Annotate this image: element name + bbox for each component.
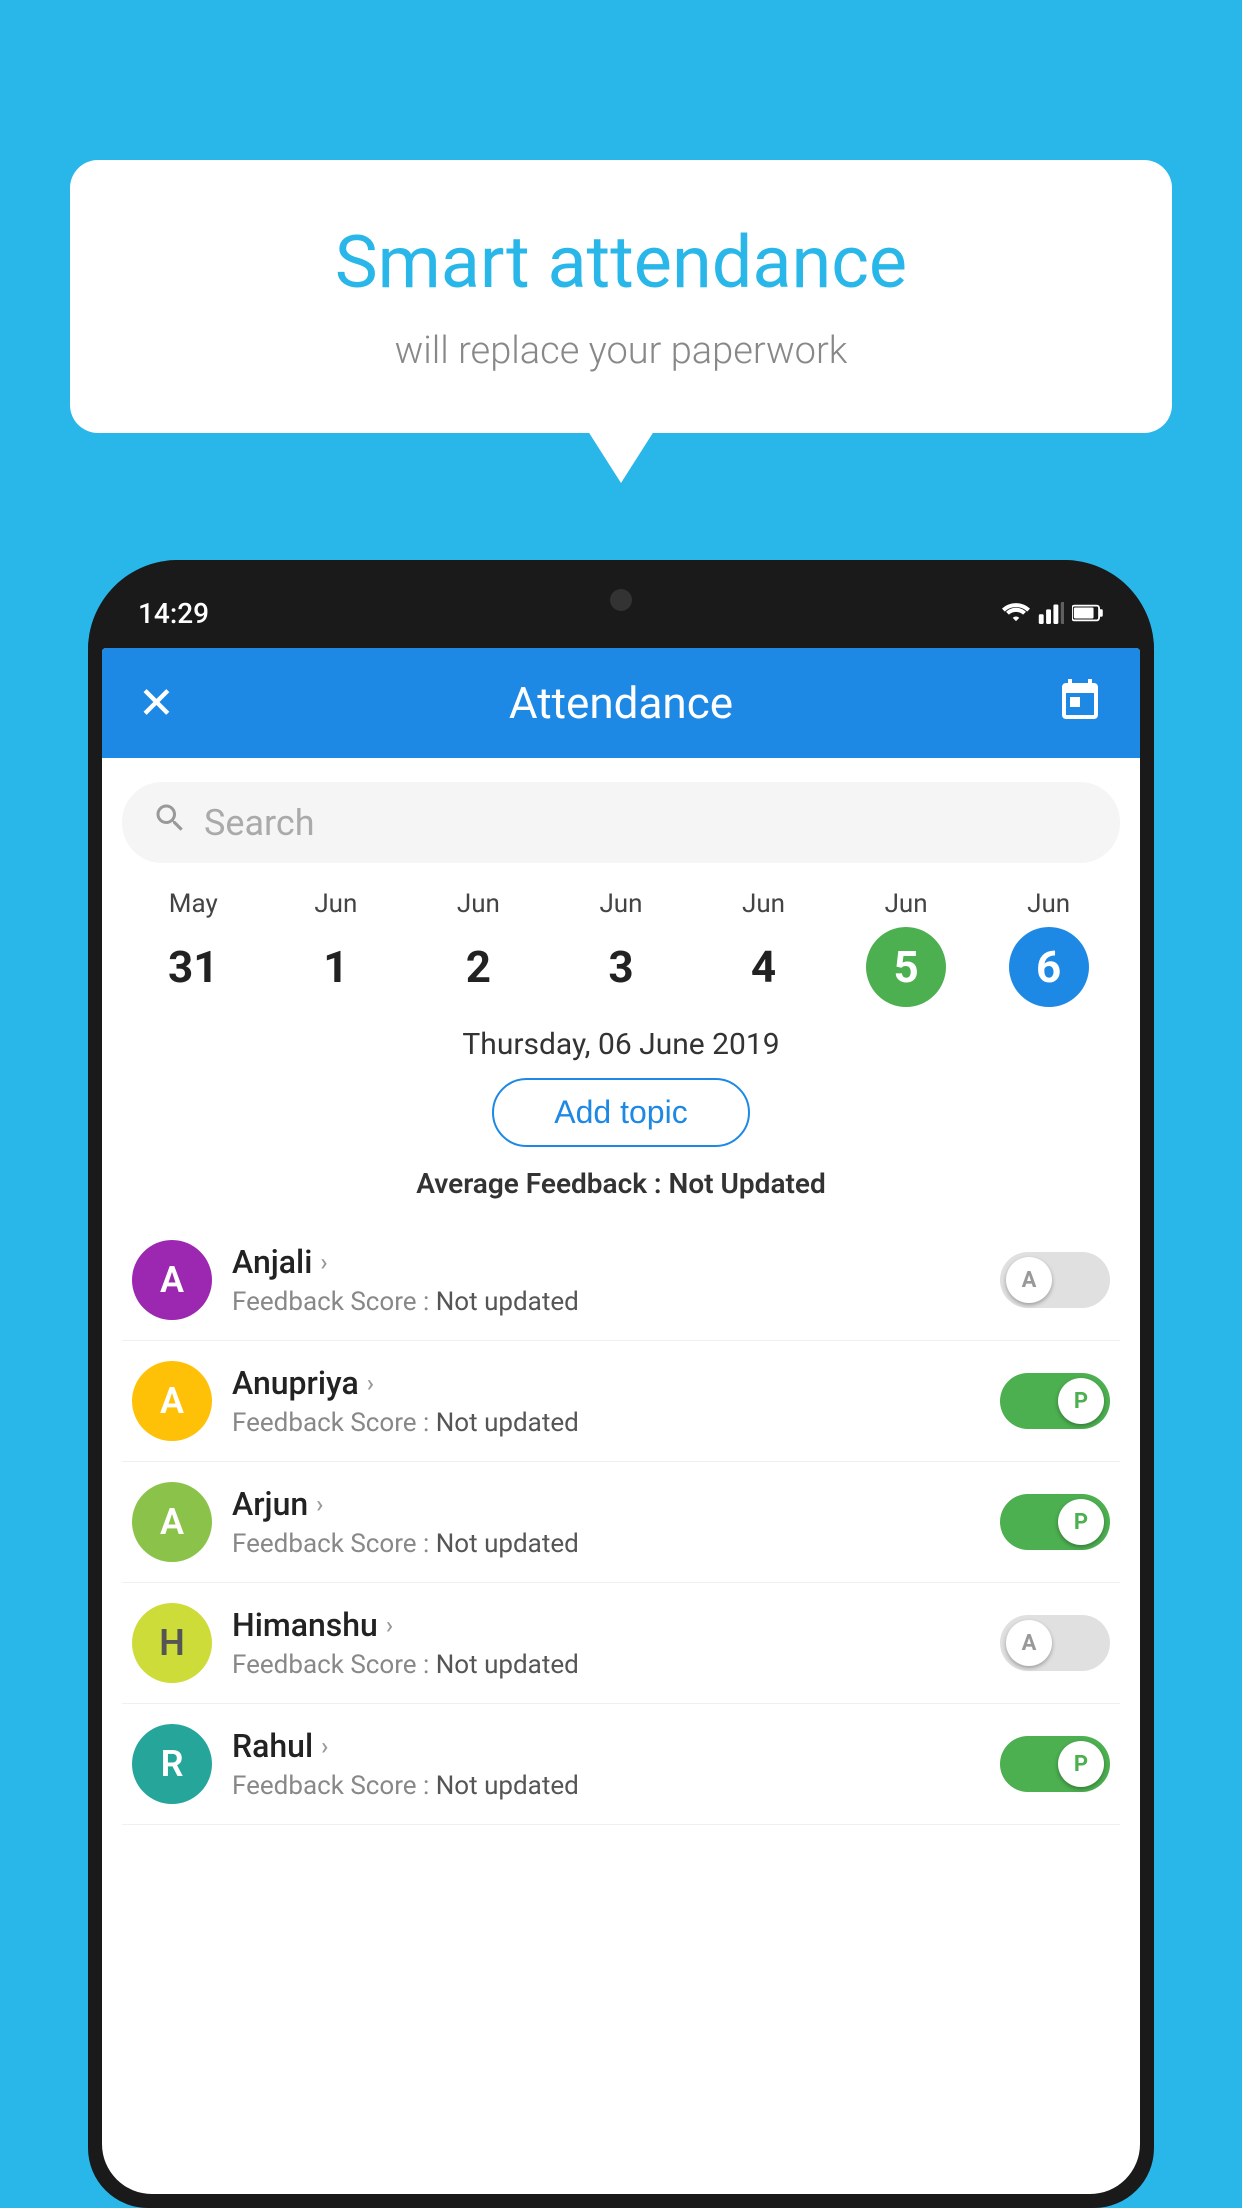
feedback-score: Feedback Score : Not updated xyxy=(232,1771,980,1801)
battery-icon xyxy=(1072,603,1104,623)
student-name[interactable]: Arjun › xyxy=(232,1485,980,1523)
phone-notch xyxy=(591,570,651,630)
calendar-row: May31 Jun1 Jun2 Jun3 Jun4 Jun5 Jun6 xyxy=(102,879,1140,1007)
chevron-icon: › xyxy=(321,1732,328,1760)
calendar-day-4[interactable]: Jun4 xyxy=(724,889,804,1007)
calendar-day-2[interactable]: Jun2 xyxy=(438,889,518,1007)
student-item: A Anjali › Feedback Score : Not updated A xyxy=(122,1220,1120,1341)
student-name[interactable]: Rahul › xyxy=(232,1727,980,1765)
add-topic-button[interactable]: Add topic xyxy=(492,1078,749,1147)
avatar: R xyxy=(132,1724,212,1804)
calendar-day-5[interactable]: Jun5 xyxy=(866,889,946,1007)
attendance-toggle[interactable]: P xyxy=(1000,1736,1110,1792)
student-item: A Anupriya › Feedback Score : Not updated P xyxy=(122,1341,1120,1462)
close-button[interactable]: ✕ xyxy=(138,677,175,729)
selected-date: Thursday, 06 June 2019 xyxy=(102,1027,1140,1062)
avatar: H xyxy=(132,1603,212,1683)
student-name[interactable]: Anjali › xyxy=(232,1243,980,1281)
avg-feedback-value: Not Updated xyxy=(669,1167,826,1200)
feedback-score: Feedback Score : Not updated xyxy=(232,1529,980,1559)
avatar: A xyxy=(132,1361,212,1441)
attendance-toggle[interactable]: A xyxy=(1000,1615,1110,1671)
student-name[interactable]: Himanshu › xyxy=(232,1606,980,1644)
search-bar[interactable]: Search xyxy=(122,782,1120,863)
wifi-icon xyxy=(1002,602,1030,624)
status-icons xyxy=(1002,602,1104,624)
chevron-icon: › xyxy=(316,1490,323,1518)
phone-notch-area: 14:29 xyxy=(88,560,1154,648)
attendance-toggle[interactable]: P xyxy=(1000,1494,1110,1550)
calendar-day-6[interactable]: Jun6 xyxy=(1009,889,1089,1007)
search-icon xyxy=(152,800,188,845)
bubble-subtitle: will replace your paperwork xyxy=(130,329,1112,373)
feedback-score: Feedback Score : Not updated xyxy=(232,1650,980,1680)
phone-frame: 14:29 ✕ xyxy=(88,560,1154,2208)
speech-bubble-container: Smart attendance will replace your paper… xyxy=(70,160,1172,433)
header-title: Attendance xyxy=(509,677,733,729)
chevron-icon: › xyxy=(367,1369,374,1397)
calendar-day-31[interactable]: May31 xyxy=(153,889,233,1007)
speech-bubble: Smart attendance will replace your paper… xyxy=(70,160,1172,433)
student-list: AAnjali ›Feedback Score : Not updatedAAA… xyxy=(102,1220,1140,1825)
student-item: H Himanshu › Feedback Score : Not updated A xyxy=(122,1583,1120,1704)
avg-feedback: Average Feedback : Not Updated xyxy=(102,1167,1140,1200)
calendar-day-1[interactable]: Jun1 xyxy=(296,889,376,1007)
student-item: R Rahul › Feedback Score : Not updated P xyxy=(122,1704,1120,1825)
search-input-label: Search xyxy=(204,802,315,844)
chevron-icon: › xyxy=(386,1611,393,1639)
attendance-toggle[interactable]: A xyxy=(1000,1252,1110,1308)
attendance-toggle[interactable]: P xyxy=(1000,1373,1110,1429)
student-item: A Arjun › Feedback Score : Not updated P xyxy=(122,1462,1120,1583)
calendar-day-3[interactable]: Jun3 xyxy=(581,889,661,1007)
signal-icon xyxy=(1038,602,1064,624)
student-name[interactable]: Anupriya › xyxy=(232,1364,980,1402)
feedback-score: Feedback Score : Not updated xyxy=(232,1408,980,1438)
avatar: A xyxy=(132,1482,212,1562)
phone-screen: ✕ Attendance Search May31 Jun1 Jun2 Jun3 Jun… xyxy=(102,648,1140,2194)
avg-feedback-label: Average Feedback : xyxy=(416,1167,661,1200)
camera-dot xyxy=(610,589,632,611)
status-time: 14:29 xyxy=(138,597,209,630)
chevron-icon: › xyxy=(320,1248,327,1276)
bubble-title: Smart attendance xyxy=(130,220,1112,305)
avatar: A xyxy=(132,1240,212,1320)
calendar-icon[interactable] xyxy=(1056,677,1104,729)
app-header: ✕ Attendance xyxy=(102,648,1140,758)
feedback-score: Feedback Score : Not updated xyxy=(232,1287,980,1317)
